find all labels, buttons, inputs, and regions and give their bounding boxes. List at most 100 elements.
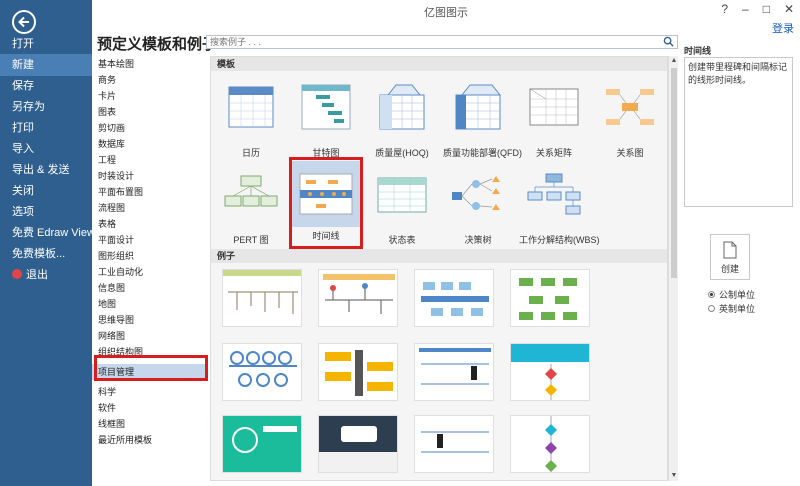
minimize-icon[interactable]: – [742, 2, 749, 16]
category-item[interactable]: 工程 [92, 152, 208, 168]
category-item[interactable]: 软件 [92, 400, 208, 416]
search-box[interactable] [206, 35, 678, 49]
template-label: 质量屋(HOQ) [375, 148, 429, 158]
radio-icon[interactable] [708, 291, 715, 298]
menu-save-as[interactable]: 另存为 [0, 96, 92, 118]
category-item[interactable]: 线框图 [92, 416, 208, 432]
category-item[interactable]: 平面布置图 [92, 184, 208, 200]
maximize-icon[interactable]: □ [763, 2, 770, 16]
menu-free-templates[interactable]: 免费模板... [0, 243, 92, 265]
category-item[interactable]: 地图 [92, 296, 208, 312]
category-item[interactable]: 图形组织 [92, 248, 208, 264]
example-thumbnail[interactable] [318, 415, 398, 473]
exit-icon [12, 269, 22, 279]
unit-option-metric[interactable]: 公制单位 [708, 288, 755, 301]
example-thumbnail[interactable] [510, 269, 590, 327]
example-thumbnail[interactable] [318, 269, 398, 327]
example-preview [419, 348, 491, 385]
relation-diagram-thumbnail [606, 89, 654, 125]
search-input[interactable] [207, 36, 647, 48]
example-preview [325, 350, 393, 396]
page-title: 预定义模板和例子 [97, 36, 218, 53]
templates-section-header: 模板 [211, 57, 667, 71]
category-item[interactable]: 信息图 [92, 280, 208, 296]
example-thumbnail[interactable] [222, 343, 302, 401]
example-thumbnail[interactable] [510, 343, 590, 401]
template-relation-matrix[interactable]: 关系矩阵 [519, 79, 589, 159]
template-label: 关系图 [616, 148, 644, 158]
example-thumbnail[interactable] [318, 343, 398, 401]
radio-icon[interactable] [708, 305, 715, 312]
template-description: 创建带里程碑和间隔标记的线形时间线。 [684, 57, 793, 207]
template-relation-diagram[interactable]: 关系图 [595, 79, 665, 159]
category-item[interactable]: 基本绘图 [92, 56, 208, 72]
category-item[interactable]: 网络图 [92, 328, 208, 344]
category-item[interactable]: 商务 [92, 72, 208, 88]
menu-save[interactable]: 保存 [0, 75, 92, 97]
menu-new[interactable]: 新建 [0, 54, 92, 76]
state-table-thumbnail [377, 177, 427, 213]
category-item[interactable]: 科学 [92, 384, 208, 400]
help-icon[interactable]: ? [721, 2, 728, 16]
category-item[interactable]: 工业自动化 [92, 264, 208, 280]
menu-open[interactable]: 打开 [0, 33, 92, 55]
example-thumbnail[interactable] [510, 415, 590, 473]
unit-option-imperial[interactable]: 英制单位 [708, 302, 755, 315]
example-thumbnail[interactable] [222, 269, 302, 327]
search-icon[interactable] [663, 36, 674, 47]
menu-options[interactable]: 选项 [0, 201, 92, 223]
template-state-table[interactable]: 状态表 [367, 166, 437, 246]
qfd-thumbnail [455, 84, 502, 130]
category-item[interactable]: 思维导图 [92, 312, 208, 328]
menu-import[interactable]: 导入 [0, 138, 92, 160]
examples-section-header: 例子 [211, 249, 667, 263]
menu-exit[interactable]: 退出 [0, 264, 92, 286]
login-link[interactable]: 登录 [772, 20, 794, 36]
close-icon[interactable]: ✕ [784, 2, 794, 16]
example-preview [223, 416, 301, 472]
category-item[interactable]: 卡片 [92, 88, 208, 104]
template-pert[interactable]: PERT 图 [216, 166, 286, 246]
create-button[interactable]: 创建 [710, 234, 750, 280]
category-item[interactable]: 图表 [92, 104, 208, 120]
template-wbs[interactable]: 工作分解结构(WBS) [519, 166, 600, 246]
example-thumbnail[interactable] [414, 269, 494, 327]
example-preview [323, 274, 395, 314]
wbs-thumbnail [527, 173, 581, 215]
unit-label: 英制单位 [719, 304, 756, 314]
calendar-thumbnail [228, 86, 274, 128]
example-thumbnail[interactable] [414, 343, 494, 401]
decision-tree-thumbnail [452, 176, 500, 210]
template-decision-tree[interactable]: 决策树 [443, 166, 513, 246]
category-item[interactable]: 时装设计 [92, 168, 208, 184]
category-item[interactable]: 数据库 [92, 136, 208, 152]
back-arrow-icon[interactable] [12, 10, 36, 34]
template-label: 日历 [241, 148, 260, 158]
scroll-down-icon[interactable]: ▼ [669, 471, 679, 481]
scroll-up-icon[interactable]: ▲ [669, 56, 679, 66]
menu-free-viewer[interactable]: 免费 Edraw Viewer [0, 222, 92, 244]
example-thumbnail[interactable] [222, 415, 302, 473]
template-label: 关系矩阵 [535, 148, 572, 158]
category-item[interactable]: 表格 [92, 216, 208, 232]
menu-export-send[interactable]: 导出 & 发送 [0, 159, 92, 181]
example-preview [229, 351, 297, 387]
template-label: 决策树 [464, 235, 492, 245]
scroll-thumb[interactable] [671, 68, 677, 278]
category-item[interactable]: 平面设计 [92, 232, 208, 248]
template-qfd[interactable]: 质量功能部署(QFD) [443, 79, 522, 159]
category-item[interactable]: 流程图 [92, 200, 208, 216]
example-preview [545, 416, 557, 472]
template-hoq[interactable]: 质量屋(HOQ) [367, 79, 437, 159]
menu-print[interactable]: 打印 [0, 117, 92, 139]
template-info-title: 时间线 [684, 46, 712, 56]
menu-close[interactable]: 关闭 [0, 180, 92, 202]
example-thumbnail[interactable] [414, 415, 494, 473]
template-gantt[interactable]: 甘特图 [291, 79, 361, 159]
category-item[interactable]: 最近所用模板 [92, 432, 208, 448]
gallery-scrollbar[interactable]: ▲ ▼ [668, 56, 678, 481]
unit-label: 公制单位 [719, 290, 756, 300]
file-menu-sidebar: 打开 新建 保存 另存为 打印 导入 导出 & 发送 关闭 选项 免费 Edra… [0, 0, 92, 486]
category-item[interactable]: 剪切画 [92, 120, 208, 136]
template-calendar[interactable]: 日历 [216, 79, 286, 159]
